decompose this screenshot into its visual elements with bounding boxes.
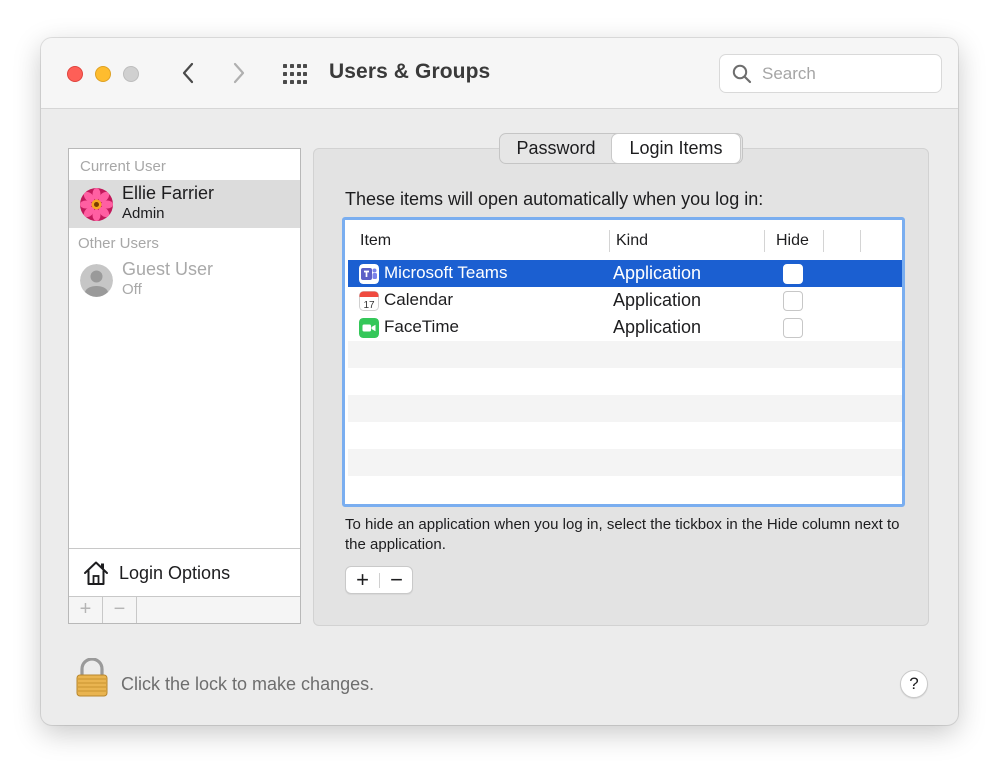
minimize-button[interactable]: [95, 66, 111, 82]
add-login-item-button[interactable]: +: [346, 567, 379, 593]
guest-avatar-icon: [80, 264, 113, 297]
tab-bar: Password Login Items: [499, 133, 743, 164]
facetime-icon: [359, 318, 379, 338]
forward-button[interactable]: [224, 58, 254, 88]
column-divider: [764, 230, 765, 252]
table-row[interactable]: FaceTime Application: [348, 314, 902, 341]
user-row-ellie-farrier[interactable]: Ellie Farrier Admin: [69, 180, 300, 228]
lock-message: Click the lock to make changes.: [121, 674, 375, 694]
user-name: Guest User: [122, 259, 214, 279]
house-icon: [84, 561, 108, 585]
close-button[interactable]: [67, 66, 83, 82]
search-field[interactable]: [719, 54, 942, 93]
table-row[interactable]: 17 Calendar Application: [348, 287, 902, 314]
users-list: Current User Ellie Farrier Admin Other U…: [68, 148, 301, 624]
calendar-icon: 17: [359, 291, 379, 311]
hide-help-text: To hide an application when you log in, …: [345, 516, 900, 553]
column-header-kind[interactable]: Kind: [616, 232, 648, 250]
item-kind: Application: [613, 290, 702, 310]
window-title: Users & Groups: [329, 60, 491, 83]
zoom-button[interactable]: [123, 66, 139, 82]
current-user-header: Current User: [80, 158, 166, 175]
column-divider: [860, 230, 861, 252]
tab-login-items[interactable]: Login Items: [612, 134, 740, 163]
show-all-button[interactable]: [281, 60, 309, 88]
microsoft-teams-icon: [359, 264, 379, 284]
column-header-hide[interactable]: Hide: [776, 232, 809, 250]
hide-checkbox[interactable]: [783, 264, 803, 284]
login-items-table[interactable]: Item Kind Hide Microsoft Teams Applicati…: [342, 217, 905, 507]
empty-row: [348, 368, 902, 395]
login-options-label: Login Options: [119, 563, 231, 583]
chevron-right-icon: [233, 62, 245, 84]
hide-checkbox[interactable]: [783, 318, 803, 338]
empty-row: [348, 449, 902, 476]
user-name: Ellie Farrier: [122, 183, 215, 203]
item-kind: Application: [613, 317, 702, 337]
other-users-header: Other Users: [78, 235, 159, 252]
user-role: Admin: [122, 205, 165, 222]
remove-login-item-button[interactable]: −: [380, 567, 413, 593]
avatar: [80, 188, 113, 221]
add-user-button[interactable]: +: [69, 597, 103, 623]
item-kind: Application: [613, 263, 702, 283]
table-header: Item Kind Hide: [345, 220, 902, 260]
column-header-item[interactable]: Item: [360, 232, 391, 250]
login-items-panel: These items will open automatically when…: [313, 148, 929, 626]
empty-row: [348, 422, 902, 449]
help-button[interactable]: ?: [900, 670, 928, 698]
tab-password[interactable]: Password: [500, 134, 612, 163]
item-name: FaceTime: [384, 317, 459, 336]
user-role: Off: [122, 281, 142, 298]
lock-button[interactable]: [74, 657, 110, 698]
table-row[interactable]: Microsoft Teams Application: [348, 260, 902, 287]
add-remove-control: + −: [345, 566, 413, 594]
search-icon: [732, 64, 752, 84]
preferences-window: Users & Groups Current User: [41, 38, 958, 725]
item-name: Calendar: [384, 290, 453, 309]
column-divider: [609, 230, 610, 252]
hide-checkbox[interactable]: [783, 291, 803, 311]
empty-row: [348, 395, 902, 422]
back-button[interactable]: [173, 58, 203, 88]
empty-row: [348, 476, 902, 503]
user-row-guest-user[interactable]: Guest User Off: [69, 256, 300, 304]
login-options-button[interactable]: Login Options: [69, 548, 300, 596]
empty-row: [348, 341, 902, 368]
lock-icon: [76, 657, 108, 697]
grid-icon: [283, 64, 307, 84]
search-input[interactable]: [762, 62, 932, 86]
users-list-footer: + −: [69, 596, 300, 623]
chevron-left-icon: [182, 62, 194, 84]
title-bar: Users & Groups: [41, 38, 958, 109]
item-name: Microsoft Teams: [384, 263, 508, 282]
login-items-description: These items will open automatically when…: [345, 189, 764, 209]
calendar-day: 17: [363, 300, 375, 311]
remove-user-button[interactable]: −: [103, 597, 137, 623]
column-divider: [823, 230, 824, 252]
